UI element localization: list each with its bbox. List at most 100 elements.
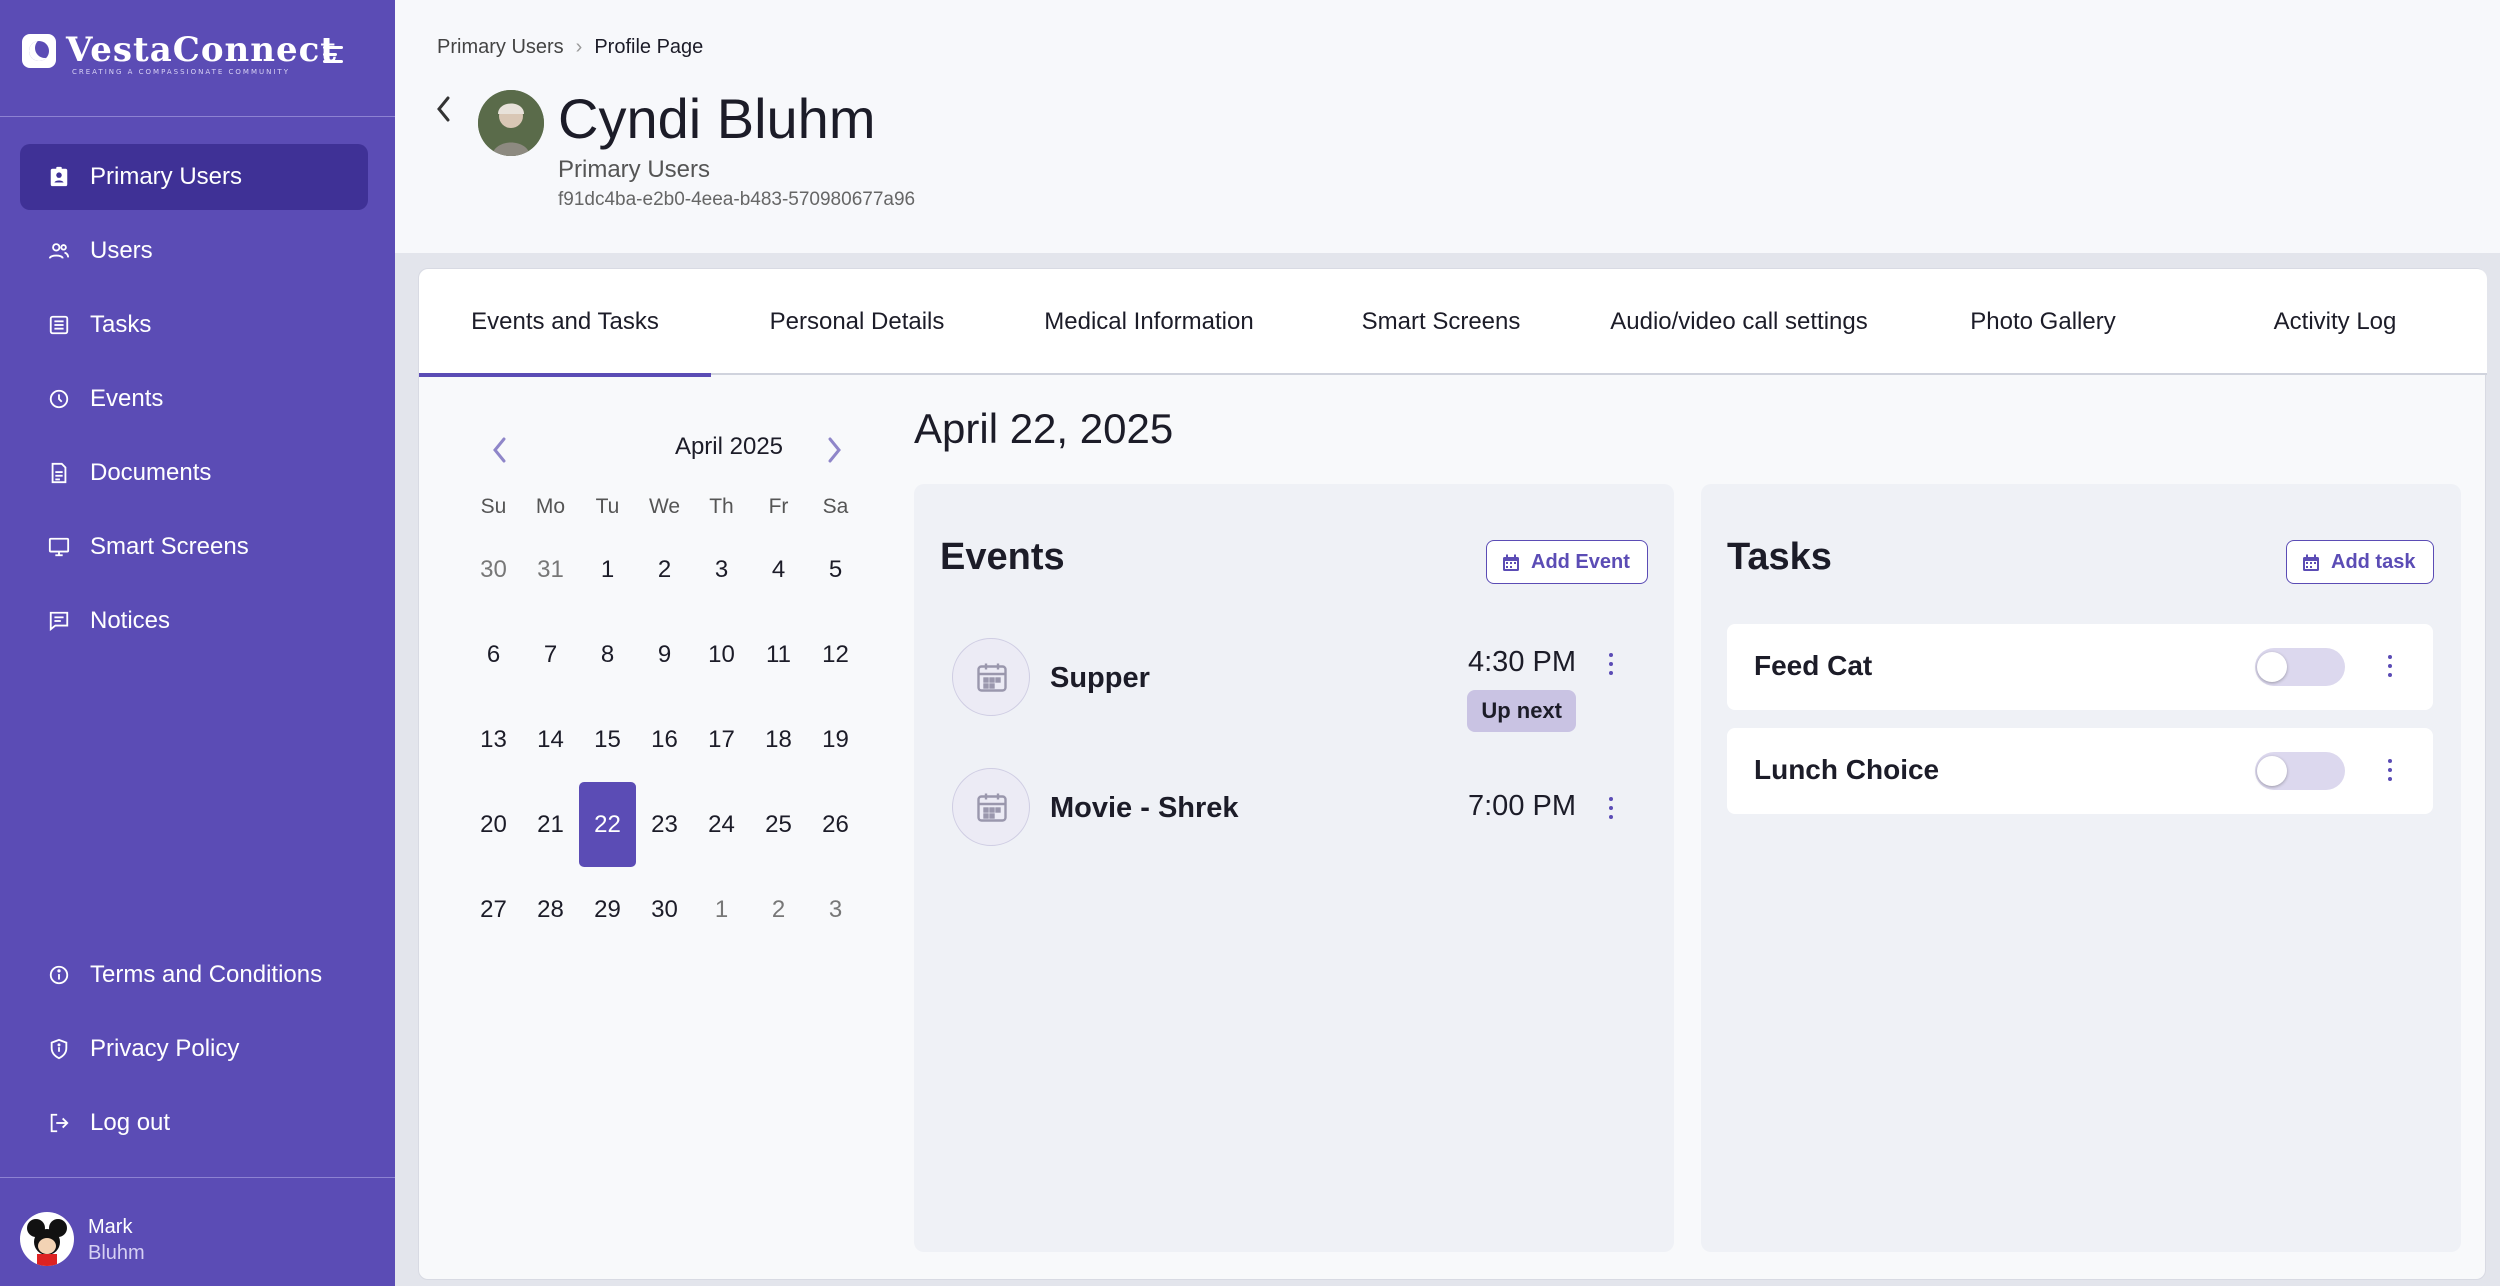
calendar-day[interactable]: 5 <box>807 527 864 612</box>
calendar-day[interactable]: 31 <box>522 527 579 612</box>
breadcrumb-current: Profile Page <box>594 36 704 58</box>
calendar-day[interactable]: 8 <box>579 612 636 697</box>
calendar-day[interactable]: 27 <box>465 867 522 952</box>
calendar-day[interactable]: 10 <box>693 612 750 697</box>
calendar-day[interactable]: 18 <box>750 697 807 782</box>
calendar-day[interactable]: 2 <box>750 867 807 952</box>
calendar-day[interactable]: 20 <box>465 782 522 867</box>
sidebar-item-tasks[interactable]: Tasks <box>20 292 368 358</box>
tab-personal-details[interactable]: Personal Details <box>711 269 1003 375</box>
calendar-day[interactable]: 12 <box>807 612 864 697</box>
tab-smart-screens[interactable]: Smart Screens <box>1295 269 1587 375</box>
toggle-knob <box>2257 652 2287 682</box>
users-icon <box>48 243 70 259</box>
calendar-day[interactable]: 30 <box>636 867 693 952</box>
add-task-label: Add task <box>2331 551 2416 573</box>
calendar-icon <box>1503 554 1519 571</box>
task-complete-toggle[interactable] <box>2255 752 2345 790</box>
calendar-day[interactable]: 15 <box>579 697 636 782</box>
add-event-label: Add Event <box>1531 551 1630 573</box>
clock-icon <box>49 389 69 409</box>
tab-audio-video-call-settings[interactable]: Audio/video call settings <box>1581 269 1897 375</box>
calendar-day[interactable]: 28 <box>522 867 579 952</box>
add-event-button[interactable]: Add Event <box>1486 540 1648 584</box>
calendar-day[interactable]: 3 <box>807 867 864 952</box>
calendar-weekday: Tu <box>595 495 620 518</box>
tab-events-and-tasks[interactable]: Events and Tasks <box>419 269 711 377</box>
sidebar-item-smart-screens[interactable]: Smart Screens <box>20 514 368 580</box>
toggle-knob <box>2257 756 2287 786</box>
current-user[interactable]: Mark Bluhm <box>20 1212 380 1268</box>
tab-medical-information[interactable]: Medical Information <box>1003 269 1295 375</box>
event-item[interactable]: Movie - Shrek 7:00 PM <box>952 768 1632 848</box>
profile-avatar <box>478 90 544 156</box>
sidebar-divider <box>0 116 395 117</box>
task-item: Lunch Choice <box>1727 728 2433 814</box>
breadcrumb-parent[interactable]: Primary Users <box>437 36 564 58</box>
calendar-day[interactable]: 24 <box>693 782 750 867</box>
shield-icon <box>50 1038 68 1060</box>
calendar-day[interactable]: 1 <box>579 527 636 612</box>
sidebar-item-users[interactable]: Users <box>20 218 368 284</box>
calendar-day[interactable]: 2 <box>636 527 693 612</box>
calendar-day[interactable]: 7 <box>522 612 579 697</box>
calendar-day[interactable]: 14 <box>522 697 579 782</box>
more-vertical-icon[interactable] <box>2383 654 2397 680</box>
sidebar-item-label: Terms and Conditions <box>90 961 323 988</box>
add-task-button[interactable]: Add task <box>2286 540 2434 584</box>
calendar-weekday: Mo <box>535 495 566 518</box>
event-name: Movie - Shrek <box>1050 792 1239 824</box>
calendar-day[interactable]: 25 <box>750 782 807 867</box>
profile-card: Events and Tasks Personal Details Medica… <box>418 268 2487 1280</box>
calendar-day[interactable]: 16 <box>636 697 693 782</box>
more-vertical-icon[interactable] <box>2383 758 2397 784</box>
sidebar-item-logout[interactable]: Log out <box>20 1090 368 1156</box>
task-complete-toggle[interactable] <box>2255 648 2345 686</box>
sidebar-item-events[interactable]: Events <box>20 366 368 432</box>
user-first-name: Mark <box>88 1216 133 1238</box>
app-logo[interactable]: VestaConnect CREATING A COMPASSIONATE CO… <box>22 30 362 80</box>
sidebar-item-privacy[interactable]: Privacy Policy <box>20 1016 368 1082</box>
calendar-prev-button[interactable] <box>485 433 515 467</box>
calendar-day[interactable]: 17 <box>693 697 750 782</box>
calendar-next-button[interactable] <box>819 433 849 467</box>
chevron-left-icon <box>437 96 450 122</box>
tab-activity-log[interactable]: Activity Log <box>2189 269 2481 375</box>
calendar-day[interactable]: 30 <box>465 527 522 612</box>
sidebar-item-notices[interactable]: Notices <box>20 588 368 654</box>
calendar-day[interactable]: 26 <box>807 782 864 867</box>
profile-role: Primary Users <box>558 156 711 183</box>
calendar-day[interactable]: 23 <box>636 782 693 867</box>
calendar-day[interactable]: 6 <box>465 612 522 697</box>
event-time: 7:00 PM <box>1468 790 1576 822</box>
collapse-sidebar-icon[interactable] <box>320 42 348 68</box>
calendar-day[interactable]: 13 <box>465 697 522 782</box>
page-title: Cyndi Bluhm <box>558 87 876 150</box>
calendar-icon <box>952 638 1030 716</box>
calendar-day[interactable]: 3 <box>693 527 750 612</box>
more-vertical-icon[interactable] <box>1604 652 1618 678</box>
calendar-day[interactable]: 29 <box>579 867 636 952</box>
tab-photo-gallery[interactable]: Photo Gallery <box>1897 269 2189 375</box>
event-item[interactable]: Supper 4:30 PM Up next <box>952 638 1632 732</box>
calendar-day-selected[interactable]: 22 <box>579 782 636 867</box>
calendar-day[interactable]: 1 <box>693 867 750 952</box>
calendar-day[interactable]: 9 <box>636 612 693 697</box>
selected-date-heading: April 22, 2025 <box>914 405 1174 452</box>
calendar-day[interactable]: 19 <box>807 697 864 782</box>
sidebar-item-label: Privacy Policy <box>90 1035 240 1062</box>
back-button[interactable] <box>430 92 458 126</box>
calendar-icon <box>952 768 1030 846</box>
info-icon <box>49 965 69 985</box>
sidebar-item-terms[interactable]: Terms and Conditions <box>20 942 368 1008</box>
calendar-day[interactable]: 4 <box>750 527 807 612</box>
calendar-day[interactable]: 21 <box>522 782 579 867</box>
sidebar-item-primary-users[interactable]: Primary Users <box>20 144 368 210</box>
events-panel: Events Add Event Supper 4:30 PM Up next … <box>914 484 1674 1252</box>
avatar <box>20 1212 74 1266</box>
more-vertical-icon[interactable] <box>1604 796 1618 822</box>
chevron-right-icon: › <box>575 36 583 58</box>
calendar-day[interactable]: 11 <box>750 612 807 697</box>
sidebar-item-documents[interactable]: Documents <box>20 440 368 506</box>
tab-bar: Events and Tasks Personal Details Medica… <box>419 269 2487 377</box>
